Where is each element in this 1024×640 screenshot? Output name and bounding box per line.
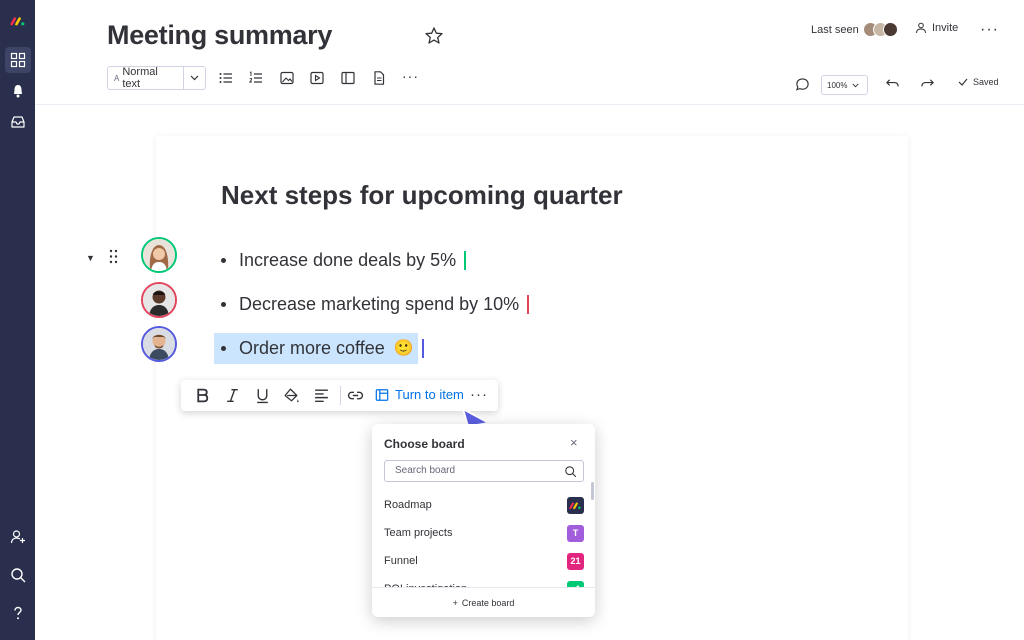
invite-button[interactable]: Invite: [915, 22, 958, 34]
invite-label: Invite: [932, 22, 959, 34]
toolbar-more-button[interactable]: ···: [402, 68, 419, 84]
board-badge: T: [567, 524, 584, 542]
user-avatar-icon: [143, 239, 175, 271]
collaborator-cursor: [464, 250, 467, 270]
search-icon: [11, 568, 26, 583]
bulleted-list-icon[interactable]: [218, 70, 234, 86]
board-option-team-projects[interactable]: Team projects T: [384, 522, 584, 544]
workspace-grid-button[interactable]: [5, 47, 31, 73]
redo-icon[interactable]: [920, 76, 935, 91]
turn-to-item-button[interactable]: Turn to item: [375, 387, 464, 402]
text-format-toolbar: Turn to item ···: [181, 380, 498, 411]
collapse-caret-icon[interactable]: ▼: [86, 253, 95, 263]
bullet-dot: [221, 301, 226, 307]
board-search-placeholder: Search board: [395, 465, 456, 476]
invite-members-button[interactable]: [5, 524, 31, 550]
list-item[interactable]: Order more coffee 🙂: [221, 333, 424, 363]
drag-handle-icon[interactable]: [109, 249, 118, 264]
monday-logo-icon: [567, 496, 584, 514]
more-options-button[interactable]: ···: [980, 21, 999, 39]
document-heading[interactable]: Next steps for upcoming quarter: [221, 180, 623, 211]
chevron-down-icon[interactable]: [183, 67, 205, 89]
turn-to-item-label: Turn to item: [395, 387, 464, 402]
zoom-select[interactable]: 100%: [821, 75, 868, 95]
avatar[interactable]: [141, 326, 177, 362]
help-icon: [14, 606, 22, 620]
text-style-value: Normal text: [122, 66, 158, 90]
last-seen-avatars[interactable]: [863, 22, 901, 39]
format-more-button[interactable]: ···: [470, 386, 488, 403]
link-icon[interactable]: [347, 387, 364, 404]
bullet-dot: [221, 345, 226, 351]
chevron-down-icon: [852, 83, 860, 87]
grid-icon: [10, 52, 26, 68]
check-icon: [958, 78, 968, 86]
undo-icon[interactable]: [885, 76, 900, 91]
bell-icon: [14, 85, 22, 98]
last-seen-label: Last seen: [811, 24, 859, 36]
save-status-label: Saved: [973, 77, 999, 87]
list-item-text: Increase done deals by 5%: [239, 249, 457, 270]
underline-icon[interactable]: [254, 387, 271, 404]
zoom-value: 100%: [827, 80, 848, 90]
inbox-icon: [11, 116, 25, 128]
text-style-icon: A: [114, 73, 120, 83]
board-item-icon: [375, 388, 389, 401]
align-left-icon[interactable]: [313, 387, 330, 404]
smiley-emoji-icon: 🙂: [393, 340, 414, 357]
monday-logo-icon: [10, 17, 25, 26]
editor-toolbar: A Normal text: [107, 66, 206, 90]
help-button[interactable]: [5, 600, 31, 626]
avatar: [883, 22, 898, 37]
bold-icon[interactable]: [194, 387, 211, 404]
board-badge: 21: [567, 552, 584, 570]
comment-icon[interactable]: [795, 77, 810, 92]
user-icon: [916, 22, 926, 34]
numbered-list-icon[interactable]: [248, 70, 264, 86]
document-icon[interactable]: [371, 70, 387, 86]
italic-icon[interactable]: [224, 387, 241, 404]
monday-logo[interactable]: [5, 8, 31, 34]
star-icon[interactable]: [424, 26, 444, 46]
avatar[interactable]: [141, 282, 177, 318]
bullet-dot: [221, 257, 226, 263]
search-icon: [565, 466, 577, 478]
notifications-button[interactable]: [5, 78, 31, 104]
board-option-funnel[interactable]: Funnel 21: [384, 550, 584, 572]
list-item-text: Decrease marketing spend by 10%: [239, 293, 520, 314]
add-user-icon: [10, 530, 25, 544]
paint-bucket-icon[interactable]: [283, 387, 300, 404]
search-button[interactable]: [5, 562, 31, 588]
user-avatar-icon: [143, 284, 175, 316]
list-item[interactable]: Decrease marketing spend by 10%: [221, 289, 530, 319]
collaborator-cursor: [421, 338, 424, 358]
user-avatar-icon: [143, 328, 175, 360]
page-title[interactable]: Meeting summary: [107, 20, 332, 51]
board-name: Roadmap: [384, 499, 432, 511]
list-item-text: Order more coffee: [239, 337, 385, 358]
board-option-roadmap[interactable]: Roadmap: [384, 494, 584, 516]
layout-icon[interactable]: [340, 70, 356, 86]
scrollbar[interactable]: [591, 482, 594, 500]
board-name: Team projects: [384, 527, 453, 539]
list-item[interactable]: Increase done deals by 5%: [221, 245, 467, 275]
avatar[interactable]: [141, 237, 177, 273]
image-icon[interactable]: [279, 70, 295, 86]
inbox-button[interactable]: [5, 109, 31, 135]
video-icon[interactable]: [309, 70, 325, 86]
popover-title: Choose board: [384, 437, 465, 451]
text-style-select[interactable]: A Normal text: [107, 66, 206, 90]
left-sidebar: [0, 0, 35, 640]
choose-board-popover: Choose board × Search board Roadmap Team…: [372, 424, 595, 617]
save-status: Saved: [958, 77, 999, 87]
board-search-input[interactable]: Search board: [384, 460, 584, 482]
create-board-label: Create board: [461, 597, 515, 608]
create-board-button[interactable]: + Create board: [372, 587, 595, 617]
header-divider: [35, 104, 1024, 105]
close-icon[interactable]: ×: [570, 435, 578, 450]
plus-icon: +: [452, 597, 458, 608]
toolbar-divider: [340, 386, 341, 405]
board-name: Funnel: [384, 555, 418, 567]
collaborator-cursor: [527, 294, 530, 314]
